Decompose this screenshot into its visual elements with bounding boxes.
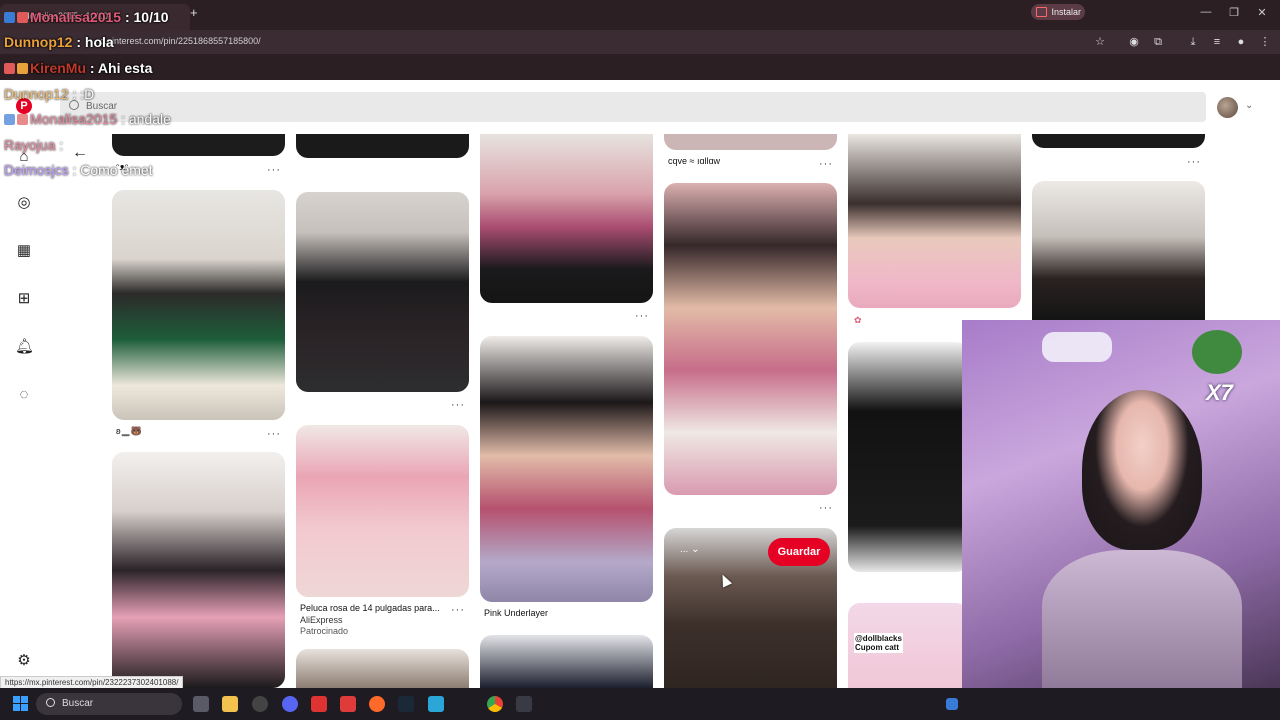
pin-image[interactable] <box>664 183 837 495</box>
chat-line: Rayojua : <box>4 137 64 153</box>
pin-more-button[interactable]: ··· <box>1187 156 1201 168</box>
pin-image[interactable] <box>296 192 469 392</box>
pepe-emote-icon <box>1192 330 1242 374</box>
pin-image[interactable] <box>112 452 285 688</box>
app-icon[interactable] <box>252 696 268 712</box>
file-explorer-icon[interactable] <box>222 696 238 712</box>
cloud-decoration <box>1042 332 1112 362</box>
url-field[interactable]: c.pinterest.com/pin/2251868557185800/ <box>100 36 261 46</box>
pin-caption: ʚ ̳ ̳ ̳ 🐻 <box>116 426 142 436</box>
extension-icon[interactable]: ◉ <box>1127 35 1141 49</box>
pin-more-button[interactable]: ··· <box>267 428 281 440</box>
back-arrow-icon[interactable]: ← <box>72 144 88 162</box>
chat-line: Dunnop12 : :D <box>4 86 95 102</box>
pin-image[interactable] <box>480 336 653 602</box>
pin-more-button[interactable]: ··· <box>451 399 465 411</box>
firefox-icon[interactable] <box>369 696 385 712</box>
pin-sponsored-label: Patrocinado <box>300 626 349 636</box>
bookmarks-bar <box>0 54 1280 80</box>
windows-start-icon[interactable] <box>13 696 29 712</box>
pin-more-button[interactable]: ··· <box>451 604 465 616</box>
puzzle-icon[interactable]: ⧉ <box>1151 35 1165 49</box>
emote-multiplier: X7 <box>1206 380 1233 405</box>
pin-image[interactable]: @dollblacks Cupom catt <box>848 603 968 688</box>
steam-icon[interactable] <box>398 696 414 712</box>
bookmark-star-icon[interactable]: ☆ <box>1093 35 1107 49</box>
compass-icon[interactable]: ◎ <box>15 194 33 212</box>
pin-image[interactable] <box>1032 181 1205 320</box>
chat-line: KirenMu : Ahi esta <box>4 60 152 76</box>
pin-caption: cqve ≈ ıɑllɑw <box>668 156 720 166</box>
pin-image[interactable] <box>112 190 285 420</box>
taskbar <box>0 688 1280 720</box>
pin-source: AliExpress <box>300 615 343 625</box>
new-tab-button[interactable]: + <box>190 5 198 20</box>
board-dropdown[interactable]: ... ⌄ <box>680 544 700 555</box>
pin-image[interactable] <box>296 134 469 158</box>
pin-image[interactable] <box>1032 134 1205 148</box>
streamer-jacket <box>1042 550 1242 688</box>
pin-image[interactable] <box>848 342 968 572</box>
search-icon <box>46 698 55 707</box>
menu-icon[interactable]: ⋮ <box>1258 35 1272 49</box>
pin-title[interactable]: Peluca rosa de 14 pulgadas para... <box>300 603 440 613</box>
board-icon[interactable]: ▦ <box>15 242 33 260</box>
app-icon[interactable] <box>340 696 356 712</box>
taskbar-search[interactable] <box>36 693 182 715</box>
download-icon[interactable]: ⤓ <box>1186 35 1200 49</box>
pin-image[interactable] <box>480 635 653 688</box>
pin-more-button[interactable]: ··· <box>635 310 649 322</box>
pin-overlay-text: @dollblacks Cupom catt <box>854 633 903 653</box>
webcam-overlay <box>962 320 1280 688</box>
taskbar-search-label: Buscar <box>62 698 94 709</box>
profile-icon[interactable]: ● <box>1234 35 1248 49</box>
streamer <box>1082 390 1202 550</box>
app-icon[interactable] <box>311 696 327 712</box>
app-icon[interactable] <box>428 696 444 712</box>
chat-icon[interactable]: ◌ <box>15 386 33 404</box>
pin-title[interactable]: Pink Underlayer <box>484 608 548 618</box>
pin-image[interactable] <box>848 134 1021 308</box>
pin-image[interactable] <box>296 425 469 597</box>
avatar[interactable] <box>1217 97 1238 118</box>
chevron-down-icon[interactable]: ⌄ <box>1245 100 1253 111</box>
minimize-button[interactable]: — <box>1196 6 1216 18</box>
install-icon <box>1036 7 1047 17</box>
chat-line: Monalisa2015 : 10/10 <box>4 9 169 25</box>
save-button[interactable]: Guardar <box>768 538 830 566</box>
task-view-icon[interactable] <box>193 696 209 712</box>
pin-more-button[interactable]: ··· <box>819 158 833 170</box>
bell-icon[interactable]: 🔔︎ <box>15 338 34 356</box>
pin-image[interactable] <box>296 649 469 688</box>
pin-more-button[interactable]: ··· <box>267 164 281 176</box>
address-bar: c.pinterest.com/pin/2251868557185800/ <box>0 30 1280 54</box>
discord-icon[interactable] <box>282 696 298 712</box>
settings-icon[interactable]: ⚙ <box>15 652 33 670</box>
chrome-icon[interactable] <box>487 696 503 712</box>
app-icon[interactable] <box>516 696 532 712</box>
pin-image[interactable] <box>480 134 653 303</box>
media-icon[interactable]: ≡ <box>1210 35 1224 49</box>
chat-line: Deimosjcs : Como emet <box>4 162 153 178</box>
flower-icon: ✿ <box>854 315 862 325</box>
chat-line: Monalisa2015 : andale <box>4 111 171 127</box>
tray-icon[interactable] <box>946 698 958 710</box>
maximize-button[interactable]: ❐ <box>1224 6 1244 19</box>
pin-more-button[interactable]: ··· <box>819 502 833 514</box>
pin-image[interactable] <box>664 134 837 150</box>
pin-image[interactable] <box>112 134 285 156</box>
close-button[interactable]: ✕ <box>1252 6 1272 19</box>
plus-icon[interactable]: ⊞ <box>15 290 33 308</box>
search-input[interactable] <box>60 92 1206 122</box>
chat-line: Dunnop12 : hola <box>4 34 114 50</box>
